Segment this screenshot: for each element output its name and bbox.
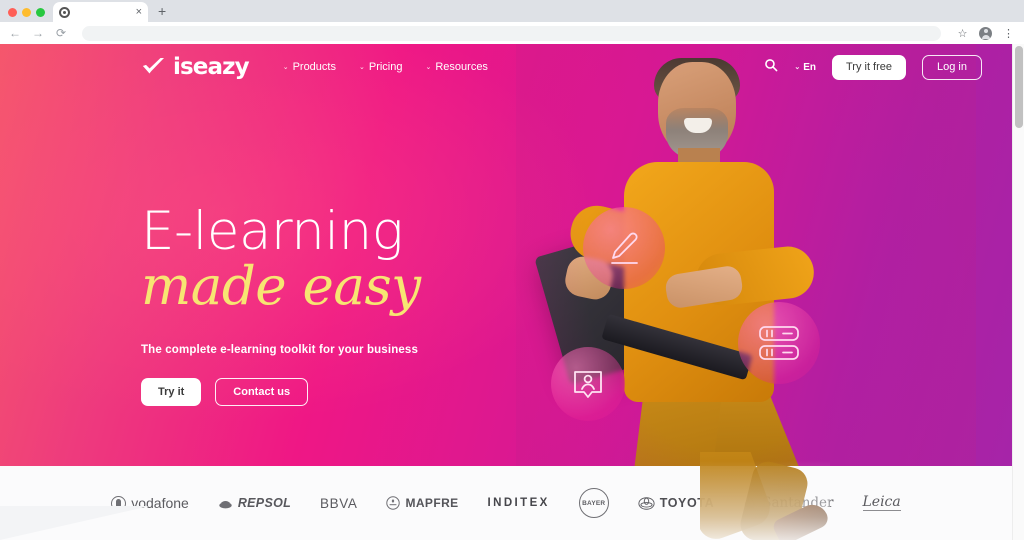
minimize-window-button[interactable]	[22, 8, 31, 17]
client-logo-repsol[interactable]: REPSOL	[218, 496, 291, 510]
profile-avatar[interactable]	[979, 26, 992, 40]
repsol-icon	[219, 500, 232, 508]
hero-subtitle: The complete e-learning toolkit for your…	[141, 344, 419, 357]
try-it-free-button[interactable]: Try it free	[831, 54, 907, 80]
try-it-button[interactable]: Try it	[141, 378, 202, 407]
browser-tab[interactable]: ×	[53, 2, 148, 22]
site-nav: ⌄ Products ⌄ Pricing ⌄ Resources	[283, 61, 488, 73]
header-actions: ⌄ En Try it free Log in	[764, 54, 982, 80]
client-logos-band: vodafone REPSOL BBVA MAPFRE INDITEX BAYE…	[0, 466, 1012, 540]
client-logo-bayer[interactable]: BAYER	[578, 488, 609, 518]
client-name: REPSOL	[237, 496, 292, 510]
new-tab-button[interactable]: +	[158, 3, 166, 19]
client-logo-bbva[interactable]: BBVA	[320, 496, 357, 511]
language-label: En	[803, 61, 816, 73]
client-name: vodafone	[131, 495, 189, 511]
overflow-fade	[700, 452, 830, 540]
nav-item-pricing[interactable]: ⌄ Pricing	[359, 61, 403, 73]
contact-us-button[interactable]: Contact us	[215, 378, 309, 407]
window-traffic-lights	[0, 8, 53, 22]
check-icon	[143, 58, 164, 74]
client-name: Leica	[862, 494, 901, 511]
nav-item-label: Products	[292, 61, 336, 73]
client-name: BBVA	[320, 495, 358, 511]
nav-item-label: Pricing	[368, 61, 403, 73]
bayer-cross-icon: BAYER	[578, 488, 609, 518]
hero-heading-line1: E-learning	[141, 201, 404, 262]
client-name: INDITEX	[487, 497, 550, 509]
chevron-down-icon: ⌄	[794, 63, 801, 71]
quiz-list-icon	[738, 302, 820, 384]
search-icon[interactable]	[764, 58, 778, 77]
back-icon[interactable]: ←	[8, 26, 22, 40]
browser-window: × + ← → ⟳ ☆ ⋮ E-learning made easy The c…	[0, 0, 1024, 540]
profile-card-icon	[551, 347, 625, 421]
maximize-window-button[interactable]	[36, 8, 45, 17]
site-logo-text: iseazy	[173, 54, 250, 80]
close-icon[interactable]: ×	[136, 6, 142, 18]
log-in-button[interactable]: Log in	[922, 54, 982, 80]
browser-menu-icon[interactable]: ⋮	[1001, 26, 1016, 41]
photo-overflow-legs	[700, 452, 830, 540]
site-logo[interactable]: iseazy	[141, 54, 250, 80]
client-name: BAYER	[582, 499, 606, 507]
hero-copy: E-learning made easy The complete e-lear…	[141, 201, 571, 407]
hero-buttons: Try it Contact us	[141, 378, 571, 407]
chevron-down-icon: ⌄	[425, 63, 432, 71]
scrollbar-thumb[interactable]	[1015, 46, 1023, 128]
bookmark-star-icon[interactable]: ☆	[955, 26, 970, 41]
site-header: iseazy ⌄ Products ⌄ Pricing ⌄ Resources	[0, 44, 1012, 90]
browser-toolbar: ← → ⟳ ☆ ⋮	[0, 22, 1024, 44]
chevron-down-icon: ⌄	[282, 63, 289, 71]
address-bar[interactable]	[82, 25, 941, 41]
toyota-icon	[638, 496, 655, 510]
hero-section: E-learning made easy The complete e-lear…	[0, 44, 1012, 466]
nav-item-label: Resources	[435, 61, 488, 73]
page-scrollbar[interactable]	[1012, 44, 1024, 540]
client-logo-inditex[interactable]: INDITEX	[488, 497, 550, 509]
reload-icon[interactable]: ⟳	[54, 26, 68, 40]
close-window-button[interactable]	[8, 8, 17, 17]
hero-heading-line2: made easy	[141, 256, 421, 318]
mapfre-icon	[386, 496, 401, 510]
nav-item-resources[interactable]: ⌄ Resources	[425, 61, 487, 73]
pencil-icon	[583, 207, 665, 289]
globe-icon	[59, 6, 70, 18]
client-logo-mapfre[interactable]: MAPFRE	[386, 496, 458, 510]
page-viewport: E-learning made easy The complete e-lear…	[0, 44, 1024, 540]
nav-item-products[interactable]: ⌄ Products	[283, 61, 336, 73]
tab-strip: × +	[0, 0, 1024, 22]
client-logo-leica[interactable]: Leica	[862, 494, 901, 511]
language-selector[interactable]: ⌄ En	[794, 62, 816, 73]
client-name: MAPFRE	[405, 496, 459, 510]
chevron-down-icon: ⌄	[358, 63, 365, 71]
forward-icon[interactable]: →	[31, 26, 45, 40]
